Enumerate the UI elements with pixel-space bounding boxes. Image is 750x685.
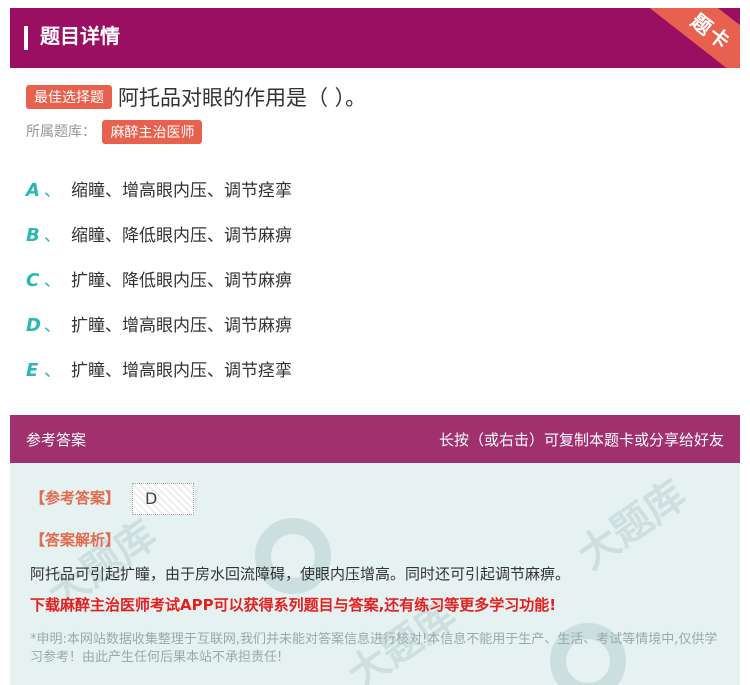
option-b[interactable]: B、缩瞳、降低眼内压、调节麻痹	[26, 221, 292, 246]
option-text: 扩瞳、增高眼内压、调节麻痹	[71, 316, 292, 336]
option-letter: C	[26, 270, 40, 291]
option-separator: 、	[44, 181, 61, 201]
question-type-badge: 最佳选择题	[26, 85, 112, 109]
option-letter: A	[26, 180, 40, 201]
title-bar-decoration	[24, 26, 28, 50]
option-c[interactable]: C、扩瞳、降低眼内压、调节麻痹	[26, 266, 292, 291]
question-text: 阿托品对眼的作用是（ ）。	[118, 86, 367, 110]
page-title: 题目详情	[40, 24, 120, 48]
option-separator: 、	[44, 316, 61, 336]
app-promo-link[interactable]: 下载麻醉主治医师考试APP可以获得系列题目与答案,还有练习等更多学习功能!	[30, 594, 556, 615]
bank-label: 所属题库：	[26, 124, 96, 140]
option-letter: E	[26, 360, 39, 381]
option-letter: D	[26, 315, 41, 336]
option-separator: 、	[44, 361, 61, 381]
question-card: 题目详情 题卡 最佳选择题 阿托品对眼的作用是（ ）。 所属题库： 麻醉主治医师 …	[10, 8, 740, 685]
option-text: 缩瞳、增高眼内压、调节痉挛	[71, 181, 292, 201]
answer-label: 【参考答案】	[30, 489, 121, 507]
option-e[interactable]: E、扩瞳、增高眼内压、调节痉挛	[26, 356, 292, 381]
option-separator: 、	[44, 226, 61, 246]
option-letter: B	[26, 225, 40, 246]
bank-tag[interactable]: 麻醉主治医师	[102, 120, 203, 144]
disclaimer: *申明:本网站数据收集整理于互联网,我们并未能对答案信息进行核对!本信息不能用于…	[30, 632, 718, 665]
option-a[interactable]: A、缩瞳、增高眼内压、调节痉挛	[26, 176, 292, 201]
answer-value: D	[132, 483, 194, 515]
option-text: 缩瞳、降低眼内压、调节麻痹	[71, 226, 292, 246]
analysis-label: 【答案解析】	[30, 531, 121, 549]
analysis-text: 阿托品可引起扩瞳，由于房水回流障碍，使眼内压增高。同时还可引起调节麻痹。	[30, 565, 571, 583]
question-bank: 所属题库： 麻醉主治医师	[26, 120, 203, 144]
watermark: 大题库	[569, 472, 695, 579]
answer-bar-title: 参考答案	[26, 431, 87, 449]
answer-panel: 大题库 大题库 大题库 【参考答案】 D 【答案解析】 阿托品可引起扩瞳，由于房…	[10, 463, 740, 685]
answer-bar: 参考答案 长按（或右击）可复制本题卡或分享给好友	[10, 415, 740, 463]
option-text: 扩瞳、增高眼内压、调节痉挛	[71, 361, 292, 381]
option-text: 扩瞳、降低眼内压、调节麻痹	[71, 271, 292, 291]
option-d[interactable]: D、扩瞳、增高眼内压、调节麻痹	[26, 311, 292, 336]
header: 题目详情 题卡	[10, 8, 740, 68]
question: 最佳选择题 阿托品对眼的作用是（ ）。	[26, 82, 366, 112]
share-hint: 长按（或右击）可复制本题卡或分享给好友	[438, 431, 724, 449]
option-separator: 、	[44, 271, 61, 291]
